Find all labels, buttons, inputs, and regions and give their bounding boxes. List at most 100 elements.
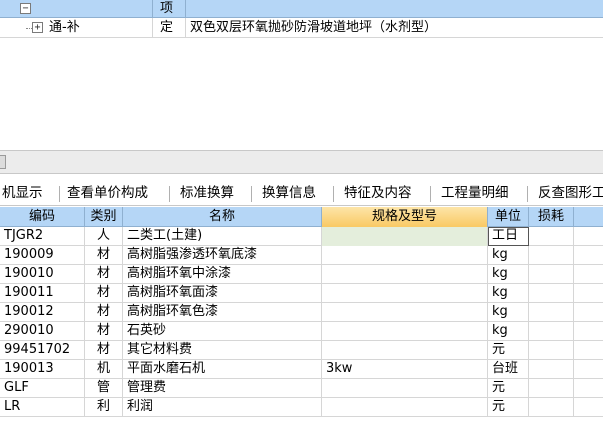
cell-unit[interactable]: kg (488, 246, 529, 265)
cell-type[interactable]: 材 (85, 322, 123, 341)
table-row[interactable]: 290010 材石英砂 kg (0, 322, 603, 341)
tab-quantity-details[interactable]: 工程量明细 (439, 182, 511, 205)
resource-grid: 编码 类别 名称 规格及型号 单位 损耗 TJGR2 人二类工(土建) 工日 1900… (0, 207, 603, 428)
table-row[interactable]: LR 利利润 元 (0, 398, 603, 417)
table-row[interactable]: GLF 管管理费 元 (0, 379, 603, 398)
cell-type[interactable]: 材 (85, 265, 123, 284)
cell-name[interactable]: 高树脂环氧色漆 (123, 303, 322, 322)
cell-name[interactable]: 平面水磨石机 (123, 360, 322, 379)
cell-type[interactable]: 管 (85, 379, 123, 398)
cell-loss[interactable] (529, 246, 574, 265)
top-row-name: 通-补 (49, 20, 80, 35)
collapse-toggle-icon[interactable]: − (20, 3, 31, 14)
cell-code[interactable]: 290010 (0, 322, 85, 341)
cell-code[interactable]: 190009 (0, 246, 85, 265)
cell-loss[interactable] (529, 284, 574, 303)
top-row-type: 定 (153, 18, 186, 38)
cell-name[interactable]: 利润 (123, 398, 322, 417)
cell-name[interactable]: 其它材料费 (123, 341, 322, 360)
cell-code[interactable]: LR (0, 398, 85, 417)
cell-type[interactable]: 材 (85, 246, 123, 265)
cell-unit[interactable]: kg (488, 303, 529, 322)
column-header-code[interactable]: 编码 (0, 207, 85, 227)
cell-code[interactable]: 190010 (0, 265, 85, 284)
cell-spec[interactable] (322, 303, 488, 322)
tab-conversion-info[interactable]: 换算信息 (260, 182, 318, 205)
cell-type[interactable]: 机 (85, 360, 123, 379)
cell-spec[interactable]: 3kw (322, 360, 488, 379)
top-tree-row[interactable]: + 通-补 定 双色双层环氧抛砂防滑坡道地坪（水剂型） (0, 18, 603, 38)
cell-loss[interactable] (529, 322, 574, 341)
grid-header: 编码 类别 名称 规格及型号 单位 损耗 (0, 207, 603, 227)
table-row[interactable]: 190013 机平面水磨石机 3kw 台班 (0, 360, 603, 379)
cell-unit[interactable]: kg (488, 284, 529, 303)
cell-loss[interactable] (529, 227, 574, 246)
cell-code[interactable]: 190011 (0, 284, 85, 303)
cell-unit[interactable]: kg (488, 322, 529, 341)
cell-unit[interactable]: 元 (488, 398, 529, 417)
cell-code[interactable]: 190012 (0, 303, 85, 322)
table-row[interactable]: TJGR2 人二类工(土建) 工日 (0, 227, 603, 246)
column-header-spec[interactable]: 规格及型号 (322, 207, 488, 227)
cell-name[interactable]: 高树脂环氧面漆 (123, 284, 322, 303)
cell-type[interactable]: 材 (85, 303, 123, 322)
cell-name[interactable]: 高树脂环氧中涂漆 (123, 265, 322, 284)
cell-spec[interactable] (322, 246, 488, 265)
cell-loss[interactable] (529, 360, 574, 379)
cell-unit[interactable]: 元 (488, 379, 529, 398)
tab-machine-display[interactable]: 机显示 (0, 182, 45, 205)
top-tree-grid: − 项 + 通-补 定 双色双层环氧抛砂防滑坡道地坪（水剂型） (0, 0, 603, 150)
cell-code[interactable]: 99451702 (0, 341, 85, 360)
tab-standard-conversion[interactable]: 标准换算 (178, 182, 236, 205)
cell-name[interactable]: 石英砂 (123, 322, 322, 341)
cell-type[interactable]: 利 (85, 398, 123, 417)
top-header-name-cell: − (0, 0, 153, 18)
column-header-type[interactable]: 类别 (85, 207, 123, 227)
cell-spec[interactable] (322, 265, 488, 284)
cell-spec[interactable] (322, 227, 488, 246)
table-row[interactable]: 190010 材高树脂环氧中涂漆 kg (0, 265, 603, 284)
tab-separator (251, 186, 252, 202)
cell-loss[interactable] (529, 379, 574, 398)
tab-separator (59, 186, 60, 202)
cell-loss[interactable] (529, 265, 574, 284)
cell-loss[interactable] (529, 341, 574, 360)
column-header-name[interactable]: 名称 (123, 207, 322, 227)
table-row[interactable]: 190012 材高树脂环氧色漆 kg (0, 303, 603, 322)
tab-separator (169, 186, 170, 202)
top-tree-header: − 项 (0, 0, 603, 18)
cell-spec[interactable] (322, 379, 488, 398)
cell-loss[interactable] (529, 303, 574, 322)
top-row-name-cell[interactable]: + 通-补 (0, 18, 153, 38)
cell-type[interactable]: 人 (85, 227, 123, 246)
cell-name[interactable]: 管理费 (123, 379, 322, 398)
cell-type[interactable]: 材 (85, 341, 123, 360)
cell-spec[interactable] (322, 398, 488, 417)
column-header-unit[interactable]: 单位 (488, 207, 529, 227)
cell-unit[interactable]: 台班 (488, 360, 529, 379)
cell-type[interactable]: 材 (85, 284, 123, 303)
table-row[interactable]: 190011 材高树脂环氧面漆 kg (0, 284, 603, 303)
cell-code[interactable]: TJGR2 (0, 227, 85, 246)
cell-code[interactable]: GLF (0, 379, 85, 398)
cell-name[interactable]: 二类工(土建) (123, 227, 322, 246)
cell-name[interactable]: 高树脂强渗透环氧底漆 (123, 246, 322, 265)
tab-features-content[interactable]: 特征及内容 (342, 182, 414, 205)
cell-spec[interactable] (322, 284, 488, 303)
table-row[interactable]: 190009 材高树脂强渗透环氧底漆 kg (0, 246, 603, 265)
cell-unit[interactable]: 元 (488, 341, 529, 360)
table-row[interactable]: 99451702 材其它材料费 元 (0, 341, 603, 360)
cell-spec[interactable] (322, 341, 488, 360)
tab-separator (527, 186, 528, 202)
cell-code[interactable]: 190013 (0, 360, 85, 379)
cell-spec[interactable] (322, 322, 488, 341)
panel-splitter[interactable] (0, 150, 603, 174)
cell-unit[interactable]: 工日 (488, 227, 529, 246)
cell-unit[interactable]: kg (488, 265, 529, 284)
cell-loss[interactable] (529, 398, 574, 417)
splitter-grip-icon[interactable] (0, 155, 6, 169)
column-header-loss[interactable]: 损耗 (529, 207, 574, 227)
expand-toggle-icon[interactable]: + (32, 22, 43, 33)
tab-unit-price-composition[interactable]: 查看单价构成 (65, 182, 150, 205)
tab-reverse-lookup-graphics[interactable]: 反查图形工 (536, 182, 603, 205)
